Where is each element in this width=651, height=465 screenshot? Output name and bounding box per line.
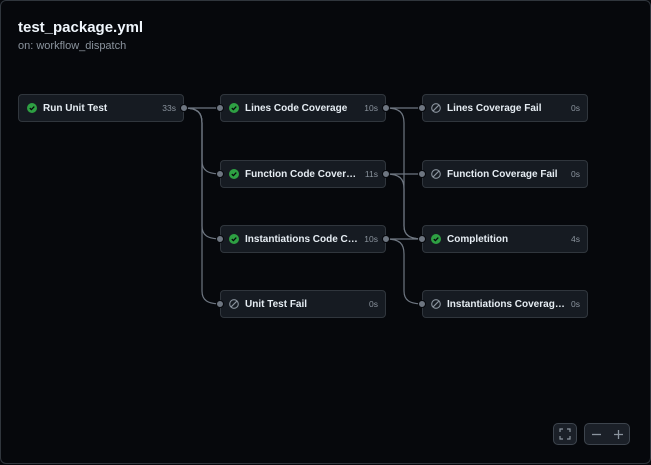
job-instantiations-code-coverage[interactable]: Instantiations Code Cove... 10s: [220, 225, 386, 253]
success-check-icon: [431, 234, 441, 244]
job-name: Function Coverage Fail: [447, 168, 558, 180]
fullscreen-button[interactable]: [553, 423, 577, 445]
job-duration: 0s: [571, 299, 580, 309]
job-duration: 0s: [571, 169, 580, 179]
success-check-icon: [229, 103, 239, 113]
job-duration: 10s: [364, 234, 378, 244]
edge-inst-to-instfail: [385, 238, 425, 305]
zoom-in-button[interactable]: [607, 424, 629, 444]
input-port-dot: [418, 300, 426, 308]
output-port-dot: [382, 170, 390, 178]
zoom-out-button[interactable]: [585, 424, 607, 444]
output-port-dot: [382, 104, 390, 112]
skipped-icon: [229, 299, 239, 309]
job-duration: 10s: [364, 103, 378, 113]
job-duration: 0s: [571, 103, 580, 113]
output-port-dot: [180, 104, 188, 112]
skipped-icon: [431, 169, 441, 179]
job-completition[interactable]: Completition 4s: [422, 225, 588, 253]
edge-function-to-completion: [385, 173, 425, 240]
job-run-unit-test[interactable]: Run Unit Test 33s: [18, 94, 184, 122]
job-name: Run Unit Test: [43, 102, 108, 114]
job-duration: 4s: [571, 234, 580, 244]
input-port-dot: [216, 300, 224, 308]
job-lines-code-coverage[interactable]: Lines Code Coverage 10s: [220, 94, 386, 122]
skipped-icon: [431, 299, 441, 309]
fullscreen-icon[interactable]: [554, 424, 576, 444]
job-duration: 11s: [364, 169, 378, 179]
job-name: Unit Test Fail: [245, 298, 308, 310]
output-port-dot: [382, 235, 390, 243]
job-unit-test-fail[interactable]: Unit Test Fail 0s: [220, 290, 386, 318]
job-lines-coverage-fail[interactable]: Lines Coverage Fail 0s: [422, 94, 588, 122]
job-instantiations-coverage-fail[interactable]: Instantiations Coverage Fail 0s: [422, 290, 588, 318]
job-name: Completition: [447, 233, 509, 245]
edge-run-to-unitfail: [183, 107, 223, 305]
workflow-graph-panel: test_package.yml on: workflow_dispatch R…: [0, 0, 651, 464]
minus-icon: [591, 433, 601, 435]
input-port-dot: [216, 170, 224, 178]
edge-run-to-function: [183, 107, 223, 175]
job-name: Function Code Coverage: [245, 168, 361, 180]
job-name: Instantiations Code Cove...: [245, 233, 360, 245]
input-port-dot: [418, 170, 426, 178]
zoom-controls: [584, 423, 630, 445]
job-name: Lines Code Coverage: [245, 102, 348, 114]
job-name: Instantiations Coverage Fail: [447, 298, 567, 310]
plus-icon: [613, 429, 623, 439]
success-check-icon: [27, 103, 37, 113]
success-check-icon: [229, 234, 239, 244]
skipped-icon: [431, 103, 441, 113]
input-port-dot: [216, 235, 224, 243]
input-port-dot: [216, 104, 224, 112]
job-name: Lines Coverage Fail: [447, 102, 542, 114]
input-port-dot: [418, 235, 426, 243]
success-check-icon: [229, 169, 239, 179]
job-function-code-coverage[interactable]: Function Code Coverage 11s: [220, 160, 386, 188]
job-duration: 0s: [369, 299, 378, 309]
job-function-coverage-fail[interactable]: Function Coverage Fail 0s: [422, 160, 588, 188]
job-duration: 33s: [162, 103, 176, 113]
input-port-dot: [418, 104, 426, 112]
